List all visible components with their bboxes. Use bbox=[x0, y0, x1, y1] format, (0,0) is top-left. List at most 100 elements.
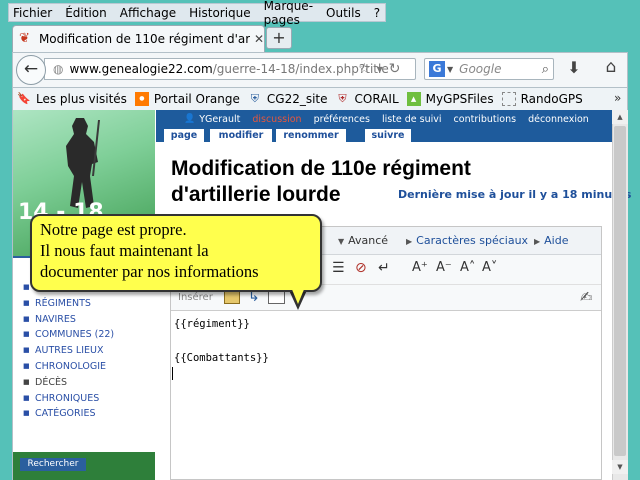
tab-title: Modification de 110e régiment d'artiller… bbox=[38, 32, 250, 46]
watchlist-link[interactable]: liste de suivi bbox=[382, 114, 442, 125]
bookmark-corail[interactable]: ⛨ CORAIL bbox=[336, 92, 399, 106]
advanced-label: Avancé bbox=[348, 234, 389, 247]
blank-page-icon bbox=[501, 92, 516, 106]
scroll-down-icon[interactable]: ▼ bbox=[612, 460, 628, 474]
sidebar-item-regiments[interactable]: RÉGIMENTS bbox=[23, 296, 155, 312]
tab-follow[interactable]: suivre bbox=[365, 129, 411, 143]
signature-icon[interactable]: ✍ bbox=[580, 288, 593, 306]
wikitext-editor[interactable]: {{régiment}} {{Combattants}} bbox=[171, 311, 601, 479]
bookmark-label: Portail Orange bbox=[153, 92, 240, 106]
url-bar-actions: ☆ ▼ ↻ bbox=[358, 60, 414, 78]
dropdown-arrow-icon[interactable]: ▼ bbox=[377, 65, 383, 74]
sidebar-item-categories[interactable]: CATÉGORIES bbox=[23, 406, 155, 422]
tab-rename[interactable]: renommer bbox=[276, 129, 346, 143]
bookmarks-bar: 🔖 Les plus visités ● Portail Orange ⛨ CG… bbox=[12, 88, 628, 110]
wikitext-line: {{Combattants}} bbox=[174, 352, 269, 364]
bookmark-cg22[interactable]: ⛨ CG22_site bbox=[248, 92, 328, 106]
discussion-link[interactable]: discussion bbox=[252, 114, 301, 125]
bookmark-label: CG22_site bbox=[266, 92, 328, 106]
line-break-icon[interactable]: ↵ bbox=[378, 260, 390, 278]
crest-icon: ⛨ bbox=[338, 92, 347, 105]
help-toggle[interactable]: ▶ Aide bbox=[534, 234, 569, 247]
annotation-callout: Notre page est propre. Il nous faut main… bbox=[30, 214, 322, 292]
home-icon[interactable]: ⌂ bbox=[600, 57, 622, 79]
subscript-icon[interactable]: A˅ bbox=[482, 260, 497, 278]
tab-page[interactable]: page bbox=[164, 129, 204, 143]
contributions-link[interactable]: contributions bbox=[454, 114, 517, 125]
search-bar[interactable]: G ▼ Google ⌕ bbox=[424, 58, 554, 80]
orange-logo-icon: ● bbox=[134, 92, 149, 106]
menu-marque-pages[interactable]: Marque-pages bbox=[264, 0, 313, 27]
search-input[interactable]: Google bbox=[459, 62, 542, 76]
back-button[interactable]: ← bbox=[16, 55, 46, 85]
insert-label: Insérer bbox=[178, 292, 213, 303]
help-label: Aide bbox=[544, 234, 569, 247]
chevron-down-icon: ▼ bbox=[338, 237, 345, 246]
scroll-up-icon[interactable]: ▲ bbox=[612, 110, 628, 124]
callout-line: Notre page est propre. bbox=[40, 220, 187, 239]
sidebar-nav-label: N bbox=[21, 258, 29, 268]
gps-icon: ▲ bbox=[406, 92, 421, 106]
bookmark-star-icon[interactable]: ☆ bbox=[358, 61, 371, 77]
last-update-link[interactable]: Dernière mise à jour il y a 18 minutes bbox=[398, 188, 631, 201]
table-icon[interactable] bbox=[268, 290, 285, 304]
user-link[interactable]: YGerault bbox=[199, 114, 240, 125]
callout-line: Il nous faut maintenant la bbox=[40, 241, 209, 260]
small-text-icon[interactable]: A⁻ bbox=[436, 260, 452, 278]
menu-help[interactable]: ? bbox=[374, 6, 380, 20]
bookmark-portail-orange[interactable]: ● Portail Orange bbox=[134, 92, 240, 106]
chevron-down-icon[interactable]: ▼ bbox=[447, 65, 453, 74]
numbered-list-icon[interactable]: ☰ bbox=[332, 260, 345, 278]
crest-icon: ⛨ bbox=[250, 92, 260, 105]
close-tab-icon[interactable]: ✕ bbox=[254, 32, 264, 46]
special-chars-toggle[interactable]: ▶ Caractères spéciaux bbox=[406, 234, 528, 247]
sidebar-item-deces[interactable]: DÉCÈS bbox=[23, 375, 155, 391]
bookmark-label: Les plus visités bbox=[36, 92, 127, 106]
sidebar-item-autres-lieux[interactable]: AUTRES LIEUX bbox=[23, 343, 155, 359]
bookmark-label: RandoGPS bbox=[520, 92, 583, 106]
soldier-silhouette-icon bbox=[66, 118, 100, 208]
bookmark-mygpsfiles[interactable]: ▲ MyGPSFiles bbox=[406, 92, 494, 106]
text-cursor bbox=[172, 367, 173, 380]
sidebar-item-navires[interactable]: NAVIRES bbox=[23, 312, 155, 328]
bookmark-label: CORAIL bbox=[354, 92, 399, 106]
browser-tab[interactable]: ❦ Modification de 110e régiment d'artill… bbox=[12, 25, 265, 52]
no-wiki-icon[interactable]: ⊘ bbox=[355, 260, 367, 278]
menu-historique[interactable]: Historique bbox=[189, 6, 251, 20]
sidebar-item-communes[interactable]: COMMUNES (22) bbox=[23, 327, 155, 343]
bookmark-most-visited[interactable]: 🔖 Les plus visités bbox=[17, 92, 127, 106]
gallery-icon[interactable] bbox=[224, 290, 240, 304]
user-icon: 👤 bbox=[184, 114, 196, 124]
menu-edition[interactable]: Édition bbox=[65, 6, 107, 20]
big-text-icon[interactable]: A⁺ bbox=[412, 260, 428, 278]
menu-fichier[interactable]: Fichier bbox=[13, 6, 52, 20]
preferences-link[interactable]: préférences bbox=[314, 114, 370, 125]
reload-icon[interactable]: ↻ bbox=[389, 61, 401, 77]
globe-icon: ◍ bbox=[53, 62, 64, 76]
bookmark-label: MyGPSFiles bbox=[425, 92, 494, 106]
favicon-icon: ❦ bbox=[19, 31, 30, 46]
new-tab-button[interactable]: + bbox=[266, 27, 292, 49]
menu-affichage[interactable]: Affichage bbox=[120, 6, 176, 20]
bookmarks-overflow-icon[interactable]: » bbox=[614, 91, 621, 105]
menu-outils[interactable]: Outils bbox=[326, 6, 361, 20]
advanced-toolbar-toggle[interactable]: ▼ Avancé bbox=[338, 234, 388, 247]
chevron-right-icon: ▶ bbox=[406, 237, 413, 246]
google-engine-icon[interactable]: G bbox=[429, 61, 445, 77]
search-button[interactable]: Rechercher bbox=[20, 458, 86, 471]
scrollbar-thumb[interactable] bbox=[614, 126, 626, 456]
callout-line: documenter par nos informations bbox=[40, 262, 259, 281]
menu-bar: Fichier Édition Affichage Historique Mar… bbox=[8, 0, 386, 27]
sidebar-item-chronologie[interactable]: CHRONOLOGIE bbox=[23, 359, 155, 375]
download-icon[interactable]: ⬇ bbox=[564, 58, 584, 78]
tab-edit[interactable]: modifier bbox=[210, 129, 272, 143]
url-host: www.genealogie22.com bbox=[69, 62, 213, 76]
search-icon[interactable]: ⌕ bbox=[542, 62, 549, 77]
bookmark-randogps[interactable]: RandoGPS bbox=[501, 92, 583, 106]
personal-tools-bar: 👤 YGerault discussion préférences liste … bbox=[156, 110, 612, 128]
superscript-icon[interactable]: A˄ bbox=[460, 260, 475, 278]
wikitext-line: {{régiment}} bbox=[174, 318, 250, 330]
sidebar-item-chroniques[interactable]: CHRONIQUES bbox=[23, 391, 155, 407]
logout-link[interactable]: déconnexion bbox=[528, 114, 589, 125]
special-chars-label: Caractères spéciaux bbox=[416, 234, 529, 247]
